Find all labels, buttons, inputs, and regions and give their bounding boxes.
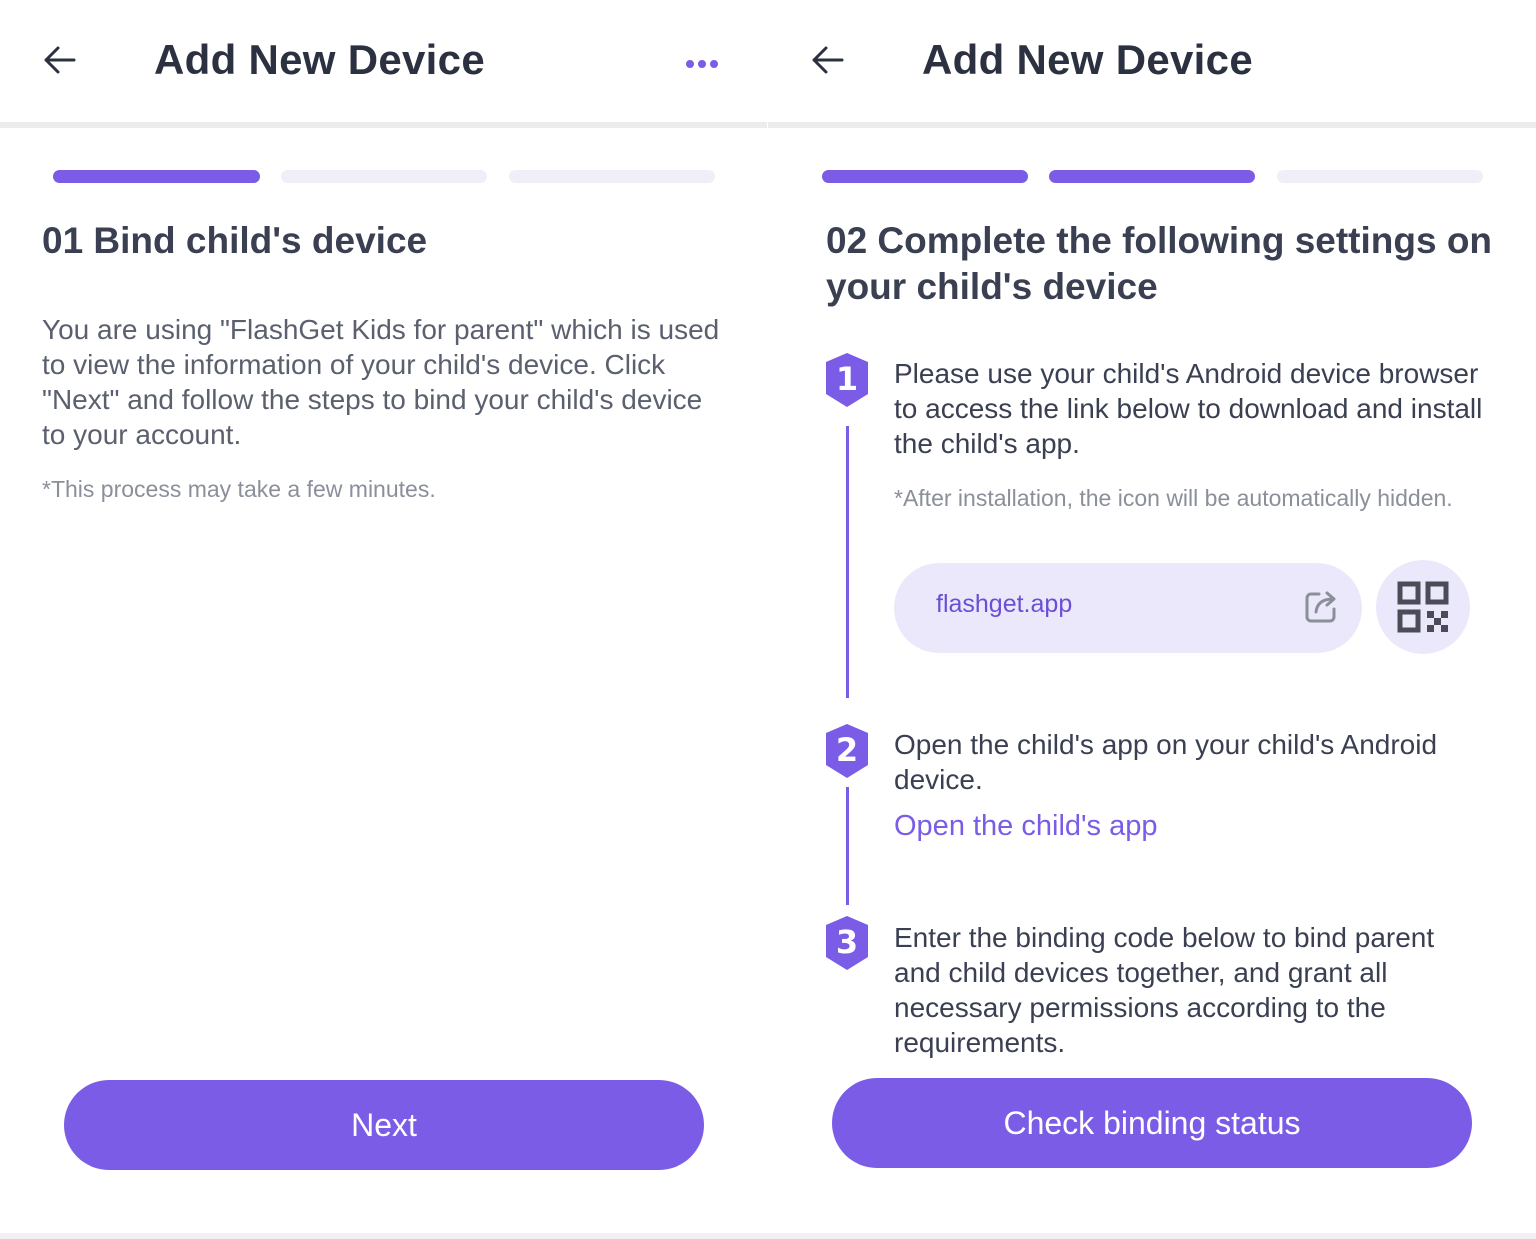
progress-step-2 (1049, 170, 1255, 183)
next-button[interactable]: Next (64, 1080, 704, 1170)
app-bar-divider (0, 122, 768, 128)
progress-step-1 (822, 170, 1028, 183)
progress-step-3 (1277, 170, 1483, 183)
step-heading: 01 Bind child's device (42, 220, 428, 261)
step-2-text: Open the child's app on your child's And… (894, 729, 1438, 795)
step-1-text: Please use your child's Android device b… (894, 358, 1483, 459)
step-1-number: 1 (835, 360, 859, 398)
step-3-badge: 3 (825, 915, 869, 971)
progress-step-3 (509, 170, 715, 183)
back-arrow-icon[interactable] (40, 40, 80, 80)
step-1-badge: 1 (825, 352, 869, 408)
more-dots-icon[interactable] (682, 50, 722, 80)
page-title: Add New Device (154, 36, 485, 83)
step-connector-line (846, 426, 849, 698)
progress-step-1 (53, 170, 260, 183)
process-note: *This process may take a few minutes. (42, 476, 436, 502)
share-external-icon[interactable] (1302, 588, 1340, 626)
description-text: You are using "FlashGet Kids for parent"… (42, 314, 720, 450)
download-link-text: flashget.app (936, 590, 1073, 618)
step-2-badge: 2 (825, 723, 869, 779)
screen-bind-device: Add New Device 01 Bind child's device Yo… (0, 0, 768, 1239)
step-2-number: 2 (835, 731, 859, 769)
step-3-text: Enter the binding code below to bind par… (894, 922, 1435, 1058)
check-binding-status-button[interactable]: Check binding status (832, 1078, 1472, 1168)
app-bar-divider (768, 122, 1536, 128)
step-3-number: 3 (835, 923, 859, 961)
step-connector-line (846, 787, 849, 905)
step-1-note: *After installation, the icon will be au… (894, 485, 1453, 511)
step-heading: 02 Complete the following settings on yo… (826, 220, 1493, 307)
progress-step-2 (281, 170, 487, 183)
open-child-app-link[interactable]: Open the child's app (894, 810, 1158, 843)
app-bar: Add New Device (768, 0, 1536, 124)
screen-complete-settings: Add New Device 02 Complete the following… (768, 0, 1536, 1239)
download-link-field[interactable]: flashget.app (894, 563, 1362, 653)
app-bar: Add New Device (0, 0, 768, 124)
qr-code-button[interactable] (1376, 560, 1470, 654)
bottom-edge (0, 1233, 1536, 1239)
back-arrow-icon[interactable] (808, 40, 848, 80)
qr-code-icon (1397, 581, 1449, 633)
page-title: Add New Device (922, 36, 1253, 83)
